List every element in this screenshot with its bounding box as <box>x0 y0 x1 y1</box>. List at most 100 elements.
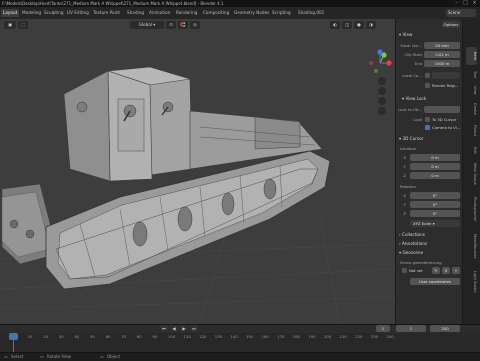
geo-edit-icon[interactable]: ✎ <box>432 267 440 274</box>
tab-compositing[interactable]: Compositing <box>203 9 229 17</box>
camera-icon[interactable] <box>378 97 386 105</box>
geo-not-set-label: Not set <box>409 268 423 273</box>
grid-icon[interactable] <box>378 107 386 115</box>
annotations-section-header[interactable]: › Annotations <box>399 241 427 246</box>
tab-shading[interactable]: Shading <box>127 9 144 17</box>
tab-shading-001[interactable]: Shading.001 <box>298 9 324 17</box>
collections-section-header[interactable]: › Collections <box>399 232 425 237</box>
start-frame-field[interactable]: 1 <box>396 325 426 332</box>
sidebar-tab-light-studio[interactable]: Light Studio <box>466 265 477 299</box>
3d-cursor-section-header[interactable]: ▾ 3D Cursor <box>399 136 423 141</box>
timeline-tick-label: 20 <box>43 334 49 339</box>
view-lock-section-header[interactable]: ▾ View Lock <box>402 96 426 101</box>
local-camera-field[interactable] <box>432 72 460 79</box>
clip-start-field[interactable]: 0.01 m <box>424 51 460 58</box>
geoscene-section-header[interactable]: ▾ Geoscene <box>399 250 423 255</box>
scene-selector[interactable]: Scene <box>446 9 476 17</box>
xray-icon[interactable]: ◫ <box>342 21 352 29</box>
timeline-tick-label: 110 <box>183 334 191 339</box>
jump-end-icon[interactable]: ⏭ <box>190 325 198 332</box>
pivot-icon[interactable]: ⊙ <box>166 21 176 29</box>
location-y-field[interactable]: 0 m <box>410 163 460 170</box>
rotation-x-field[interactable]: 0° <box>410 192 460 199</box>
close-icon[interactable]: × <box>470 0 479 7</box>
editor-type-icon[interactable]: ▣ <box>4 21 16 29</box>
sidebar-tab-meshmachine[interactable]: MeshMachine <box>466 229 477 263</box>
timeline-tick-label: 10 <box>27 334 33 339</box>
tab-geometry-nodes[interactable]: Geometry Nodes <box>234 9 269 17</box>
tab-modeling[interactable]: Modeling <box>22 9 41 17</box>
to-3d-cursor-checkbox[interactable] <box>425 117 430 122</box>
collections-section-label: Collections <box>402 232 425 237</box>
sidebar-tab-mesh-shape[interactable]: Mesh Shape <box>466 159 477 189</box>
sidebar-tab-photographer[interactable]: Photographer <box>466 191 477 227</box>
play-reverse-icon[interactable]: ◀ <box>170 325 178 332</box>
select-mode-icon[interactable]: ⬚ <box>18 21 28 29</box>
sidebar-tab-view[interactable]: View <box>466 83 477 97</box>
tab-animation[interactable]: Animation <box>149 9 170 17</box>
tab-texture-paint[interactable]: Texture Paint <box>93 9 120 17</box>
sidebar-tab-item[interactable]: Item <box>466 47 477 65</box>
tab-scripting[interactable]: Scripting <box>272 9 291 17</box>
location-z-field[interactable]: 0 m <box>410 172 460 179</box>
location-y-label: Y <box>403 164 406 169</box>
sidebar-tab-tool[interactable]: Tool <box>466 67 477 81</box>
rotation-x-label: X <box>403 193 406 198</box>
timeline-tick-label: 60 <box>105 334 111 339</box>
timeline-tick-label: 150 <box>246 334 254 339</box>
sidebar-panel: Options ▾ View Focal Len... 50 mm Clip S… <box>395 19 463 324</box>
user-coordinates-label: User coordinates <box>418 279 452 284</box>
focal-length-field[interactable]: 50 mm <box>424 42 460 49</box>
zoom-icon[interactable] <box>378 77 386 85</box>
sidebar-tab-create[interactable]: Create <box>466 99 477 119</box>
geo-delete-icon[interactable]: ✕ <box>442 267 450 274</box>
tab-sculpting[interactable]: Sculpting <box>44 9 64 17</box>
tab-uv-editing[interactable]: UV Editing <box>67 9 89 17</box>
proportional-edit-icon[interactable]: ◎ <box>190 21 200 29</box>
rotation-mode-select[interactable]: XYZ Euler ▾ <box>410 220 460 227</box>
view-lock-section-label: View Lock <box>405 96 427 101</box>
neg-x-axis-icon[interactable] <box>369 61 373 65</box>
snap-icon[interactable]: 🧲 <box>178 21 188 29</box>
z-axis-icon[interactable] <box>377 49 383 55</box>
location-x-label: X <box>403 155 406 160</box>
sidebar-tab-fluent[interactable]: Fluent <box>466 121 477 141</box>
tab-layout[interactable]: Layout <box>1 9 20 17</box>
overlay-icon[interactable]: ◐ <box>330 21 340 29</box>
navigation-gizmo[interactable] <box>369 49 392 73</box>
timeline-tick-label: 140 <box>230 334 238 339</box>
play-icon[interactable]: ▶ <box>180 325 188 332</box>
geo-add-icon[interactable]: + <box>452 267 460 274</box>
solid-shading-icon[interactable]: ● <box>354 21 364 29</box>
jump-start-icon[interactable]: ⏮ <box>160 325 168 332</box>
view-section-header[interactable]: ▾ View <box>399 32 412 37</box>
rotation-z-field[interactable]: 0° <box>410 210 460 217</box>
pan-hand-icon[interactable] <box>378 87 386 95</box>
end-frame-field[interactable]: 250 <box>430 325 460 332</box>
camera-to-view-checkbox[interactable] <box>425 125 430 130</box>
tab-rendering[interactable]: Rendering <box>176 9 197 17</box>
clip-end-field[interactable]: 1000 m <box>424 60 460 67</box>
local-camera-checkbox[interactable] <box>425 73 430 78</box>
location-x-field[interactable]: 0 m <box>410 154 460 161</box>
user-coordinates-button[interactable]: User coordinates <box>410 278 460 285</box>
timeline-header: ⏮ ◀ ▶ ⏭ 1 1 250 <box>0 325 480 333</box>
minimize-icon[interactable]: – <box>452 0 461 7</box>
neg-y-axis-icon[interactable] <box>374 69 378 73</box>
maximize-icon[interactable]: □ <box>461 0 470 7</box>
location-z-label: Z <box>403 173 406 178</box>
transform-orientation-select[interactable]: Global ▾ <box>130 21 164 29</box>
playhead[interactable] <box>9 333 18 340</box>
clip-end-label: End <box>414 61 422 66</box>
sidebar-tab-edit[interactable]: Edit <box>466 143 477 157</box>
rotation-y-field[interactable]: 0° <box>410 201 460 208</box>
current-frame-field[interactable]: 1 <box>376 325 390 332</box>
options-button[interactable]: Options <box>442 21 460 28</box>
timeline[interactable]: ⏮ ◀ ▶ ⏭ 1 1 250 010203040506070809010011… <box>0 324 480 353</box>
timeline-tick-label: 90 <box>152 334 158 339</box>
material-shading-icon[interactable]: ◑ <box>366 21 376 29</box>
lock-to-object-field[interactable] <box>424 106 460 113</box>
x-axis-icon[interactable] <box>386 60 392 66</box>
3d-viewport[interactable]: ▣ ⬚ Global ▾ ⊙ 🧲 ◎ ◐ ◫ ● ◑ <box>0 19 395 324</box>
render-region-checkbox[interactable] <box>425 83 430 88</box>
